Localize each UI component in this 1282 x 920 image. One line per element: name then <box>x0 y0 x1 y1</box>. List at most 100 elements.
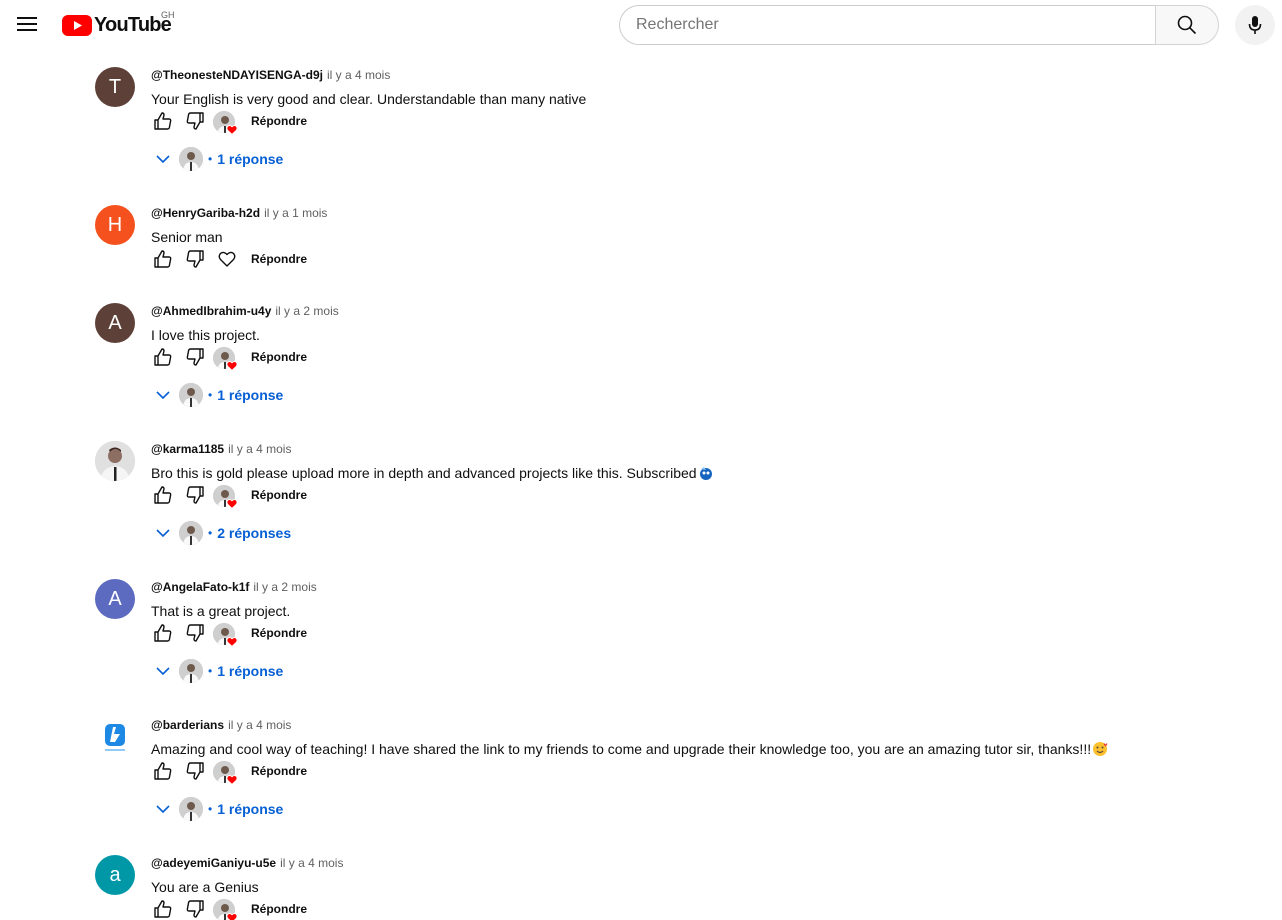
author-name[interactable]: @HenryGariba-h2d <box>151 206 260 220</box>
comment-time[interactable]: il y a 2 mois <box>253 580 316 594</box>
comment-actions: Répondre <box>151 347 451 371</box>
comment-header: @TheonesteNDAYISENGA-d9j il y a 4 mois <box>151 68 390 82</box>
creator-reply-avatar <box>179 521 203 545</box>
youtube-play-icon <box>62 15 92 36</box>
creator-heart-badge[interactable] <box>213 111 239 137</box>
author-avatar[interactable] <box>95 441 135 481</box>
comment-header: @adeyemiGaniyu-u5e il y a 4 mois <box>151 856 343 870</box>
comment-actions: Répondre <box>151 111 451 135</box>
creator-heart-badge[interactable] <box>213 761 239 787</box>
author-avatar[interactable]: a <box>95 855 135 895</box>
comment-text: Your English is very good and clear. Und… <box>151 89 586 109</box>
like-button[interactable] <box>151 485 175 509</box>
separator-dot: • <box>208 802 213 816</box>
like-button[interactable] <box>151 899 175 920</box>
replies-count: 1 réponse <box>217 801 284 817</box>
creator-reply-avatar <box>179 383 203 407</box>
show-replies-button[interactable]: • 2 réponses <box>151 521 291 545</box>
creator-heart-badge[interactable] <box>213 623 239 649</box>
dislike-button[interactable] <box>183 249 207 273</box>
author-name[interactable]: @AhmedIbrahim-u4y <box>151 304 271 318</box>
chevron-down-icon <box>151 147 175 171</box>
comment-time[interactable]: il y a 4 mois <box>228 442 291 456</box>
show-replies-button[interactable]: • 1 réponse <box>151 383 283 407</box>
dislike-button[interactable] <box>183 761 207 785</box>
comment-actions: Répondre <box>151 761 451 785</box>
comment-text: I love this project. <box>151 325 260 345</box>
comment-thread: @barderians il y a 4 mois Amazing and cool… <box>95 717 1195 827</box>
comment-text: You are a Genius <box>151 877 259 897</box>
like-button[interactable] <box>151 761 175 785</box>
comment-actions: Répondre <box>151 623 451 647</box>
reply-button[interactable]: Répondre <box>251 902 307 916</box>
show-replies-button[interactable]: • 1 réponse <box>151 797 283 821</box>
sticker-emoji-icon <box>699 467 712 480</box>
author-avatar[interactable]: T <box>95 67 135 107</box>
show-replies-button[interactable]: • 1 réponse <box>151 147 283 171</box>
thumbs-up-icon <box>153 347 173 372</box>
comment-text: Senior man <box>151 227 223 247</box>
comment-time[interactable]: il y a 4 mois <box>228 718 291 732</box>
comment-text-content: Your English is very good and clear. Und… <box>151 91 587 107</box>
like-button[interactable] <box>151 347 175 371</box>
comment-time[interactable]: il y a 4 mois <box>280 856 343 870</box>
comment-time[interactable]: il y a 4 mois <box>327 68 390 82</box>
author-name[interactable]: @adeyemiGaniyu-u5e <box>151 856 276 870</box>
comment-header: @AngelaFato-k1f il y a 2 mois <box>151 580 317 594</box>
thumbs-down-icon <box>185 347 205 372</box>
comment-thread: @karma1185 il y a 4 mois Bro this is gold … <box>95 441 1195 551</box>
search-input[interactable] <box>636 16 1140 34</box>
thumbs-down-icon <box>185 111 205 136</box>
like-button[interactable] <box>151 623 175 647</box>
like-button[interactable] <box>151 249 175 273</box>
creator-heart-badge[interactable] <box>213 899 239 920</box>
heart-button[interactable] <box>215 249 239 273</box>
creator-reply-avatar <box>179 659 203 683</box>
separator-dot: • <box>208 526 213 540</box>
show-replies-button[interactable]: • 1 réponse <box>151 659 283 683</box>
dislike-button[interactable] <box>183 111 207 135</box>
comment-text-content: Bro this is gold please upload more in d… <box>151 465 697 481</box>
thumbs-down-icon <box>185 761 205 786</box>
author-name[interactable]: @karma1185 <box>151 442 224 456</box>
author-avatar[interactable]: A <box>95 579 135 619</box>
dislike-button[interactable] <box>183 899 207 920</box>
author-name[interactable]: @TheonesteNDAYISENGA-d9j <box>151 68 323 82</box>
comment-header: @karma1185 il y a 4 mois <box>151 442 291 456</box>
author-avatar[interactable]: H <box>95 205 135 245</box>
reply-button[interactable]: Répondre <box>251 350 307 364</box>
comment-time[interactable]: il y a 2 mois <box>275 304 338 318</box>
reply-button[interactable]: Répondre <box>251 764 307 778</box>
hamburger-menu-icon[interactable] <box>11 8 43 40</box>
country-code: GH <box>161 10 175 20</box>
like-button[interactable] <box>151 111 175 135</box>
red-heart-icon <box>226 358 238 376</box>
comment-text-content: You are a Genius <box>151 879 259 895</box>
red-heart-icon <box>226 634 238 652</box>
thumbs-down-icon <box>185 899 205 920</box>
creator-heart-badge[interactable] <box>213 347 239 373</box>
dislike-button[interactable] <box>183 347 207 371</box>
author-name[interactable]: @AngelaFato-k1f <box>151 580 249 594</box>
author-avatar[interactable] <box>95 717 135 757</box>
comment-text: Bro this is gold please upload more in d… <box>151 463 714 483</box>
reply-button[interactable]: Répondre <box>251 114 307 128</box>
voice-search-button[interactable] <box>1235 5 1275 45</box>
logo-text: YouTube <box>94 14 172 36</box>
microphone-icon <box>1248 16 1262 34</box>
reply-button[interactable]: Répondre <box>251 488 307 502</box>
youtube-logo[interactable]: YouTube <box>62 14 172 37</box>
search-button[interactable] <box>1155 5 1219 45</box>
dislike-button[interactable] <box>183 485 207 509</box>
reply-button[interactable]: Répondre <box>251 252 307 266</box>
comment-thread: A @AngelaFato-k1f il y a 2 mois That is a g… <box>95 579 1195 689</box>
comment-time[interactable]: il y a 1 mois <box>264 206 327 220</box>
creator-heart-badge[interactable] <box>213 485 239 511</box>
author-avatar[interactable]: A <box>95 303 135 343</box>
dislike-button[interactable] <box>183 623 207 647</box>
comment-header: @HenryGariba-h2d il y a 1 mois <box>151 206 327 220</box>
avatar-letter: A <box>108 587 122 610</box>
comment-text-content: That is a great project. <box>151 603 291 619</box>
reply-button[interactable]: Répondre <box>251 626 307 640</box>
author-name[interactable]: @barderians <box>151 718 224 732</box>
